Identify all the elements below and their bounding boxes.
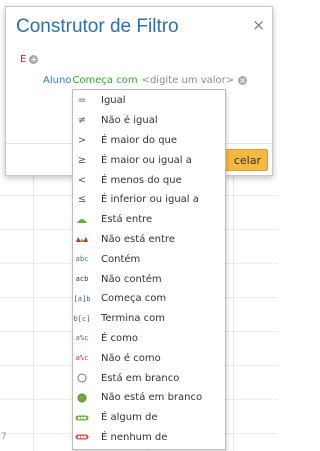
menu-item-is-blank[interactable]: Está em branco xyxy=(73,368,225,388)
between-icon xyxy=(74,213,90,227)
menu-item-label: Não está em branco xyxy=(101,392,203,404)
menu-item-begins-with[interactable]: [a]b Começa com xyxy=(73,289,225,309)
menu-item-label: Começa com xyxy=(101,293,167,305)
not-between-icon xyxy=(74,232,90,246)
menu-item-equal[interactable]: = Igual xyxy=(73,91,225,111)
less-than-icon: < xyxy=(77,174,87,186)
menu-item-any-of[interactable]: É algum de xyxy=(73,408,225,428)
condition-row: Aluno Começa com <digite um valor> × xyxy=(43,75,248,86)
row-number: 7 xyxy=(1,432,7,442)
remove-condition-icon[interactable]: × xyxy=(238,76,248,85)
menu-item-like[interactable]: a%c É como xyxy=(73,329,225,349)
none-of-icon xyxy=(74,430,90,444)
greater-or-equal-icon: ≥ xyxy=(77,154,87,166)
menu-item-label: É algum de xyxy=(101,412,158,424)
menu-item-label: Não está entre xyxy=(101,233,175,245)
not-contains-icon: acb xyxy=(75,275,89,284)
menu-item-label: Não contém xyxy=(101,273,162,285)
menu-item-label: Está em branco xyxy=(101,372,180,384)
contains-icon: abc xyxy=(75,255,89,264)
menu-item-not-contains[interactable]: acb Não contém xyxy=(73,269,225,289)
menu-item-less-than[interactable]: < É menos do que xyxy=(73,170,225,190)
menu-item-label: É inferior ou igual a xyxy=(101,194,199,206)
menu-item-not-equal[interactable]: ≠ Não é igual xyxy=(73,111,225,131)
is-not-blank-icon xyxy=(74,391,90,405)
menu-item-ends-with[interactable]: b[c] Termina com xyxy=(73,309,225,329)
close-icon[interactable]: × xyxy=(252,18,265,33)
any-of-icon xyxy=(74,411,90,425)
menu-item-label: É menos do que xyxy=(101,174,182,186)
condition-operator[interactable]: Começa com xyxy=(72,75,137,86)
menu-item-label: É como xyxy=(101,332,138,344)
menu-item-label: Igual xyxy=(101,95,126,107)
not-like-icon: a%c xyxy=(75,354,89,363)
menu-item-contains[interactable]: abc Contém xyxy=(73,249,225,269)
menu-item-not-like[interactable]: a%c Não é como xyxy=(73,348,225,368)
menu-item-none-of[interactable]: É nenhum de xyxy=(73,428,225,448)
add-condition-icon[interactable]: + xyxy=(29,55,39,64)
menu-item-label: Contém xyxy=(101,253,141,265)
greater-than-icon: > xyxy=(77,134,87,146)
condition-value[interactable]: <digite um valor> xyxy=(142,75,235,86)
menu-item-label: Termina com xyxy=(101,313,166,325)
menu-item-between[interactable]: Está entre xyxy=(73,210,225,230)
dialog-title: Construtor de Filtro xyxy=(16,16,179,37)
menu-item-label: Está entre xyxy=(101,214,153,226)
menu-item-label: É nenhum de xyxy=(101,431,168,443)
group-operator[interactable]: E xyxy=(20,54,26,65)
condition-field[interactable]: Aluno xyxy=(43,75,71,86)
menu-item-label: Não é igual xyxy=(101,115,158,127)
begins-with-icon: [a]b xyxy=(73,294,91,303)
is-blank-icon xyxy=(74,371,90,385)
menu-item-label: Não é como xyxy=(101,352,161,364)
less-or-equal-icon: ≤ xyxy=(77,194,87,206)
root-group: E + xyxy=(20,54,39,65)
operator-menu: = Igual ≠ Não é igual > É maior do que ≥… xyxy=(72,89,226,450)
not-equals-icon: ≠ xyxy=(77,115,87,127)
menu-item-greater-than[interactable]: > É maior do que xyxy=(73,131,225,151)
menu-item-label: É maior do que xyxy=(101,134,178,146)
menu-item-label: É maior ou igual a xyxy=(101,154,192,166)
menu-item-less-or-equal[interactable]: ≤ É inferior ou igual a xyxy=(73,190,225,210)
menu-item-greater-or-equal[interactable]: ≥ É maior ou igual a xyxy=(73,150,225,170)
equals-icon: = xyxy=(77,95,87,107)
ends-with-icon: b[c] xyxy=(73,314,91,323)
menu-item-not-between[interactable]: Não está entre xyxy=(73,230,225,250)
menu-item-is-not-blank[interactable]: Não está em branco xyxy=(73,388,225,408)
like-icon: a%c xyxy=(75,334,89,343)
